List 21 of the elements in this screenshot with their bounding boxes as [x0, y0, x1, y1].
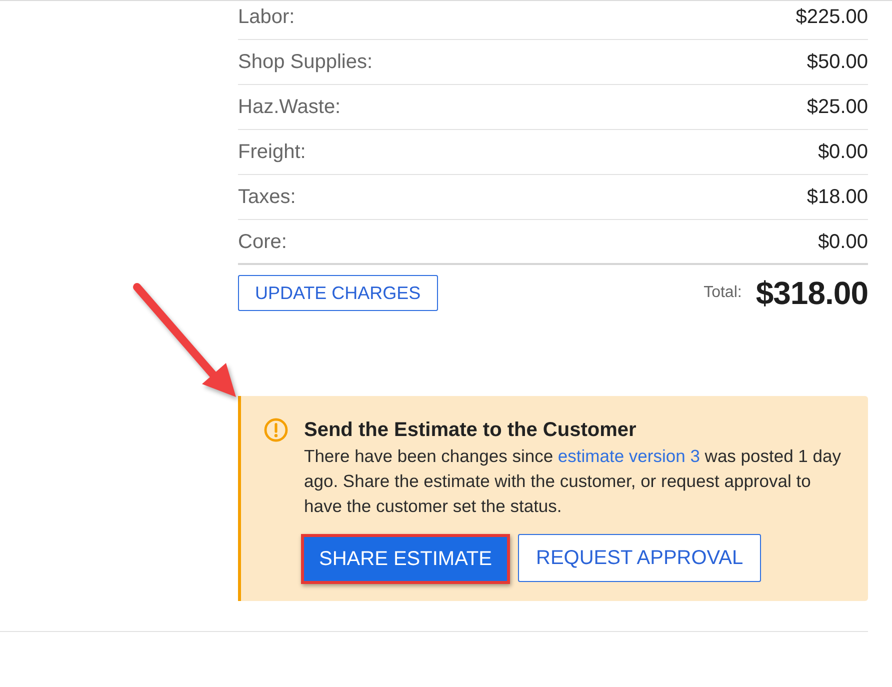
- charge-amount: $0.00: [818, 230, 868, 254]
- charge-label: Core:: [238, 230, 287, 254]
- warning-icon: [264, 418, 288, 442]
- share-estimate-button[interactable]: SHARE ESTIMATE: [301, 534, 510, 584]
- charge-amount: $0.00: [818, 140, 868, 165]
- charge-label: Haz.Waste:: [238, 95, 341, 120]
- charge-amount: $225.00: [796, 5, 868, 30]
- charge-label: Taxes:: [238, 185, 296, 210]
- alert-title: Send the Estimate to the Customer: [304, 418, 638, 443]
- charge-label: Labor:: [238, 5, 295, 30]
- charge-label: Shop Supplies:: [238, 50, 373, 75]
- estimate-version-link[interactable]: estimate version 3: [558, 446, 700, 466]
- charge-amount: $25.00: [806, 95, 868, 120]
- charge-amount: $50.00: [806, 50, 868, 75]
- request-approval-button[interactable]: REQUEST APPROVAL: [518, 534, 762, 582]
- charge-amount: $18.00: [806, 185, 868, 210]
- alert-message: There have been changes since estimate version 3 was posted 1 day ago. Share the estimate with the customer, or request approval to have the customer set the status.: [304, 445, 842, 518]
- total-label: Total:: [704, 283, 742, 303]
- total-amount: $318.00: [756, 277, 868, 309]
- charge-label: Freight:: [238, 140, 306, 165]
- update-charges-button[interactable]: UPDATE CHARGES: [238, 275, 438, 311]
